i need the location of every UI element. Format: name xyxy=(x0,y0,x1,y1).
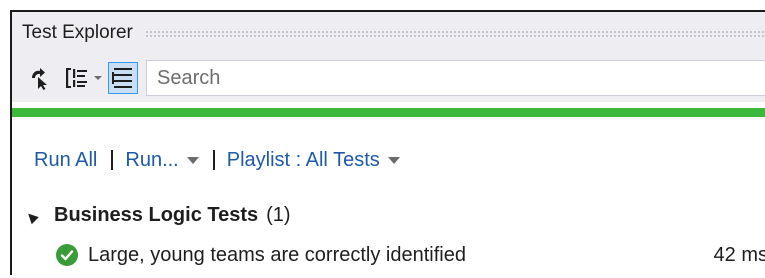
window-title: Test Explorer xyxy=(22,22,133,43)
group-count: (1) xyxy=(266,203,291,226)
search-input[interactable] xyxy=(157,66,765,90)
chevron-down-icon xyxy=(186,156,199,164)
playlist-dropdown-label: Playlist : All Tests xyxy=(226,148,380,171)
check-circle-icon xyxy=(56,244,78,266)
test-group-row[interactable]: Business Logic Tests (1) xyxy=(12,198,765,232)
toolbar xyxy=(12,54,765,102)
chevron-down-icon xyxy=(387,156,400,164)
run-dropdown[interactable]: Run... xyxy=(125,148,199,172)
group-name: Business Logic Tests xyxy=(54,203,259,226)
expand-collapse-icon[interactable] xyxy=(24,210,39,225)
command-bar: Run All Run... Playlist : All Tests xyxy=(12,140,765,180)
test-name: Large, young teams are correctly identif… xyxy=(88,243,466,266)
chevron-down-icon xyxy=(94,76,102,80)
search-box[interactable] xyxy=(146,60,765,96)
list-view-icon xyxy=(112,68,132,88)
list-view-toggle[interactable] xyxy=(108,62,138,94)
playlist-dropdown[interactable]: Playlist : All Tests xyxy=(227,149,400,172)
run-failed-tests-button[interactable] xyxy=(26,65,52,91)
separator xyxy=(111,150,114,170)
group-by-button[interactable] xyxy=(64,64,90,92)
drag-grip[interactable] xyxy=(144,29,765,37)
test-run-progress-bar xyxy=(12,108,765,117)
check-mark-icon xyxy=(60,250,74,261)
progress-bar-fill xyxy=(12,108,765,117)
group-by-dropdown[interactable] xyxy=(92,64,104,92)
group-by-icon xyxy=(66,68,87,88)
run-dropdown-label: Run... xyxy=(125,148,179,171)
test-duration: 42 ms xyxy=(713,243,765,266)
run-all-link[interactable]: Run All xyxy=(34,149,97,172)
separator xyxy=(212,150,215,170)
test-row[interactable]: Large, young teams are correctly identif… xyxy=(12,236,765,274)
test-explorer-window: Test Explorer Search Run All Run... Play… xyxy=(10,10,765,275)
run-failed-tests-icon xyxy=(32,68,47,90)
title-bar[interactable]: Test Explorer xyxy=(12,12,765,54)
